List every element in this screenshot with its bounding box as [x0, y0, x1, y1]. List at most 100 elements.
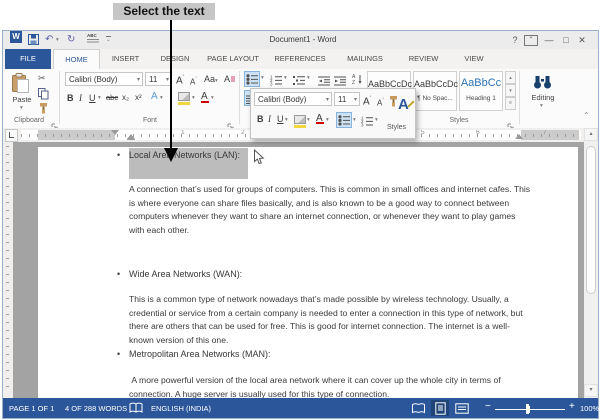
help-button[interactable]: ? — [508, 33, 522, 47]
bullets-button[interactable] — [244, 71, 260, 87]
tab-page-layout[interactable]: PAGE LAYOUT — [201, 49, 265, 69]
ribbon-display-options-icon[interactable]: ⌃ — [524, 35, 538, 46]
style-no-spacing[interactable]: AaBbCcDc ¶ No Spac... — [413, 71, 458, 111]
find-binoculars-icon[interactable] — [533, 75, 552, 94]
close-button[interactable]: ✕ — [575, 33, 589, 47]
left-indent-marker[interactable] — [127, 139, 135, 140]
bullets-dropdown-icon[interactable]: ▾ — [261, 75, 264, 81]
mini-shrink-font-button[interactable]: Aˇ — [377, 95, 384, 108]
paste-dropdown-icon[interactable]: ▾ — [20, 105, 23, 111]
svg-text:3: 3 — [270, 82, 273, 87]
mini-bold-button[interactable]: B — [257, 114, 264, 124]
change-case-button[interactable]: Aa▾ — [204, 73, 218, 85]
text-effects-dropdown-icon[interactable]: ▾ — [160, 95, 163, 101]
read-mode-icon[interactable] — [409, 400, 427, 416]
editing-dropdown-icon[interactable]: ▾ — [540, 103, 543, 109]
mini-font-family-select[interactable]: Calibri (Body) ▾ — [254, 92, 332, 106]
editing-group-button[interactable]: Editing — [519, 93, 567, 102]
mini-numbering-icon[interactable]: 123 — [361, 114, 374, 132]
highlight-color-button[interactable] — [178, 92, 190, 105]
title-bar: W ↶ ▾ ↻ ABC ⌄ Document1 - Word ? ⌃ — □ ✕ — [3, 31, 598, 49]
underline-dropdown-icon[interactable]: ▾ — [98, 95, 101, 101]
collapse-ribbon-icon[interactable]: ⌃ — [583, 111, 590, 120]
underline-button[interactable]: U — [89, 92, 96, 104]
mini-underline-button[interactable]: U — [277, 114, 284, 124]
styles-more-icon[interactable]: ≡ — [505, 97, 516, 110]
zoom-slider-track[interactable] — [495, 409, 565, 410]
undo-icon[interactable]: ↶ — [45, 34, 53, 46]
word-count[interactable]: 4 OF 288 WORDS — [65, 404, 127, 414]
bold-button[interactable]: B — [67, 92, 74, 104]
mini-grow-font-button[interactable]: Aˆ — [363, 93, 371, 107]
tab-home[interactable]: HOME — [53, 49, 100, 69]
tab-insert[interactable]: INSERT — [102, 49, 149, 69]
undo-dropdown-icon[interactable]: ▾ — [56, 37, 59, 43]
zoom-level[interactable]: 100% — [580, 404, 599, 414]
font-size-select[interactable]: 11 ▾ — [145, 72, 172, 86]
heading-man[interactable]: Metropolitan Area Networks (MAN): — [129, 349, 271, 359]
styles-scroll-up-icon[interactable]: ▴ — [505, 71, 516, 84]
zoom-in-icon[interactable]: + — [569, 402, 575, 412]
tab-mailings[interactable]: MAILINGS — [335, 49, 395, 69]
font-family-select[interactable]: Calibri (Body) ▾ — [65, 72, 143, 86]
language-indicator[interactable]: ENGLISH (INDIA) — [151, 404, 211, 414]
mini-bullets-dropdown-icon[interactable]: ▾ — [353, 117, 356, 123]
style-heading-1[interactable]: AaBbCc Heading 1 — [459, 71, 503, 111]
paragraph-lan[interactable]: A connection that’s used for groups of c… — [129, 183, 533, 237]
cut-icon[interactable]: ✂ — [38, 73, 46, 84]
first-line-indent-marker[interactable] — [111, 130, 119, 135]
mini-numbering-dropdown-icon[interactable]: ▾ — [375, 117, 378, 123]
tab-selector[interactable] — [5, 129, 18, 142]
mini-font-size-select[interactable]: 11 ▾ — [334, 92, 360, 106]
save-icon[interactable] — [28, 34, 39, 46]
mini-font-color-button[interactable]: A — [316, 113, 324, 124]
scroll-up-icon[interactable]: ▴ — [584, 128, 598, 141]
styles-scroll-down-icon[interactable]: ▾ — [505, 84, 516, 97]
heading-wan[interactable]: Wide Area Networks (WAN): — [129, 269, 242, 279]
multilevel-dropdown-icon[interactable]: ▾ — [307, 75, 310, 81]
page-indicator[interactable]: PAGE 1 OF 1 — [9, 404, 54, 414]
mini-italic-button[interactable]: I — [268, 114, 271, 124]
mini-font-color-dropdown-icon[interactable]: ▾ — [326, 117, 329, 123]
spelling-grammar-icon[interactable]: ABC — [87, 33, 100, 46]
proofing-book-icon[interactable] — [129, 402, 143, 416]
strikethrough-button[interactable]: abc — [106, 92, 118, 104]
scroll-down-icon[interactable]: ▾ — [584, 384, 598, 397]
minimize-button[interactable]: — — [542, 33, 556, 47]
font-color-dropdown-icon[interactable]: ▾ — [211, 95, 214, 101]
mini-highlight-button[interactable] — [294, 115, 306, 128]
heading-lan[interactable]: Local Area Networks (LAN): — [129, 150, 240, 160]
tab-view[interactable]: VIEW — [452, 49, 496, 69]
shrink-font-button[interactable]: Aˇ — [190, 74, 197, 87]
vertical-scrollbar[interactable]: ▾ — [584, 142, 598, 398]
redo-icon[interactable]: ↻ — [67, 34, 75, 46]
superscript-button[interactable]: x² — [135, 92, 142, 104]
right-indent-marker[interactable] — [515, 134, 523, 139]
numbering-dropdown-icon[interactable]: ▾ — [284, 75, 287, 81]
vertical-ruler[interactable] — [3, 142, 13, 398]
print-layout-icon[interactable] — [431, 400, 449, 416]
clear-formatting-button[interactable]: A — [224, 73, 236, 85]
qat-customize-icon[interactable]: ⌄ — [106, 36, 111, 43]
grow-font-button[interactable]: Aˆ — [176, 72, 184, 86]
text-effects-button[interactable]: A — [151, 91, 158, 103]
paste-button[interactable]: Paste — [4, 95, 40, 104]
zoom-slider-handle[interactable] — [526, 404, 529, 414]
tab-review[interactable]: REVIEW — [397, 49, 450, 69]
mini-underline-dropdown-icon[interactable]: ▾ — [285, 117, 288, 123]
paragraph-wan[interactable]: This is a common type of network nowaday… — [129, 293, 533, 347]
subscript-button[interactable]: x₂ — [122, 92, 129, 104]
zoom-out-icon[interactable]: − — [485, 402, 491, 412]
scrollbar-thumb[interactable] — [585, 146, 596, 294]
tab-file[interactable]: FILE — [5, 49, 51, 69]
paragraph-man[interactable]: A more powerful version of the local are… — [129, 374, 533, 398]
mini-bullets-button[interactable] — [336, 112, 352, 128]
maximize-button[interactable]: □ — [559, 33, 573, 47]
tab-design[interactable]: DESIGN — [151, 49, 199, 69]
highlight-dropdown-icon[interactable]: ▾ — [192, 95, 195, 101]
italic-button[interactable]: I — [79, 92, 82, 104]
tab-references[interactable]: REFERENCES — [267, 49, 333, 69]
font-color-button[interactable]: A — [201, 91, 209, 103]
web-layout-icon[interactable] — [453, 400, 471, 416]
mini-highlight-dropdown-icon[interactable]: ▾ — [307, 117, 310, 123]
